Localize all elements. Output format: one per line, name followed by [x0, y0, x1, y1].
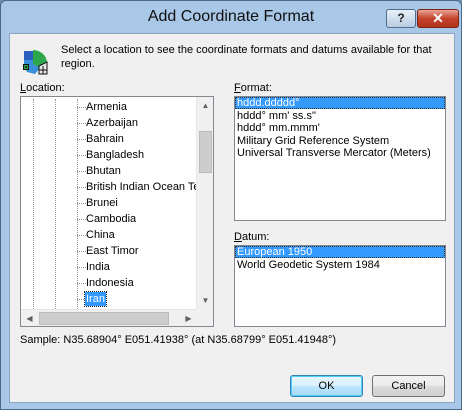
location-tree-item[interactable]: China: [21, 227, 197, 243]
datum-list-item[interactable]: World Geodetic System 1984: [235, 259, 445, 271]
scrollbar-corner: [196, 309, 213, 326]
scroll-left-arrow-icon[interactable]: ◀: [21, 310, 38, 326]
location-tree-item[interactable]: India: [21, 259, 197, 275]
location-tree-item-label: Indonesia: [86, 277, 134, 289]
close-button[interactable]: ✕: [417, 9, 459, 28]
intro-text: Select a location to see the coordinate …: [61, 44, 432, 70]
format-list-item[interactable]: Military Grid Reference System: [235, 135, 445, 147]
location-tree-item[interactable]: Cambodia: [21, 211, 197, 227]
location-tree-item[interactable]: Bangladesh: [21, 147, 197, 163]
location-tree-item[interactable]: Indonesia: [21, 275, 197, 291]
help-button[interactable]: ?: [386, 9, 416, 28]
location-tree-item-label: Bahrain: [86, 133, 124, 145]
location-tree-item-label: Azerbaijan: [86, 117, 138, 129]
location-tree-item-label: Iran: [84, 291, 107, 307]
location-tree-item-label: Brunei: [86, 197, 118, 209]
location-tree[interactable]: Armenia Azerbaijan Bahrain Bangladesh Bhutan…: [20, 96, 214, 327]
location-vertical-scrollbar[interactable]: ▲ ▼: [196, 97, 213, 309]
format-label: Format:: [234, 82, 272, 94]
datum-label: Datum:: [234, 231, 270, 243]
format-list-item[interactable]: hddd° mm.mmm': [235, 122, 445, 134]
horizontal-scroll-thumb[interactable]: [39, 312, 169, 325]
dialog-content: Select a location to see the coordinate …: [9, 33, 455, 403]
location-tree-item[interactable]: Bhutan: [21, 163, 197, 179]
location-tree-item[interactable]: Brunei: [21, 195, 197, 211]
location-horizontal-scrollbar[interactable]: ◀ ▶: [21, 309, 197, 326]
location-tree-item-label: East Timor: [86, 245, 139, 257]
location-tree-item-label: Bhutan: [86, 165, 121, 177]
location-tree-item-label: British Indian Ocean Ter: [86, 181, 197, 193]
location-tree-item[interactable]: Iran: [21, 291, 197, 307]
location-tree-item[interactable]: Bahrain: [21, 131, 197, 147]
location-tree-item-label: China: [86, 229, 115, 241]
location-tree-items: Armenia Azerbaijan Bahrain Bangladesh Bhutan…: [21, 99, 197, 309]
location-tree-item-label: Armenia: [86, 101, 127, 113]
location-tree-item[interactable]: Armenia: [21, 99, 197, 115]
format-list[interactable]: hddd.ddddd° hddd° mm' ss.s" hddd° mm.mmm' M…: [234, 96, 446, 221]
globe-grid-icon: [21, 48, 49, 76]
ok-button[interactable]: OK: [290, 375, 363, 397]
vertical-scroll-thumb[interactable]: [199, 131, 212, 173]
location-tree-item-label: India: [86, 261, 110, 273]
location-label: Location:: [20, 82, 65, 94]
format-list-item[interactable]: hddd° mm' ss.s": [235, 110, 445, 122]
scroll-down-arrow-icon[interactable]: ▼: [197, 292, 213, 309]
scroll-right-arrow-icon[interactable]: ▶: [180, 310, 197, 326]
format-list-item[interactable]: hddd.ddddd°: [235, 97, 445, 109]
sample-coordinates: Sample: N35.68904° E051.41938° (at N35.6…: [20, 334, 337, 346]
location-tree-item-label: Cambodia: [86, 213, 137, 225]
title-bar[interactable]: Add Coordinate Format ? ✕: [1, 1, 461, 33]
format-list-item[interactable]: Universal Transverse Mercator (Meters): [235, 147, 445, 159]
dialog-window: Add Coordinate Format ? ✕ Select a locat…: [0, 0, 462, 410]
scroll-up-arrow-icon[interactable]: ▲: [197, 97, 213, 114]
datum-list-item[interactable]: European 1950: [235, 246, 445, 258]
location-tree-item[interactable]: British Indian Ocean Ter: [21, 179, 197, 195]
datum-list[interactable]: European 1950 World Geodetic System 1984: [234, 245, 446, 327]
cancel-button[interactable]: Cancel: [372, 375, 445, 397]
location-tree-item[interactable]: East Timor: [21, 243, 197, 259]
location-tree-item[interactable]: Azerbaijan: [21, 115, 197, 131]
location-tree-item-label: Bangladesh: [86, 149, 145, 161]
